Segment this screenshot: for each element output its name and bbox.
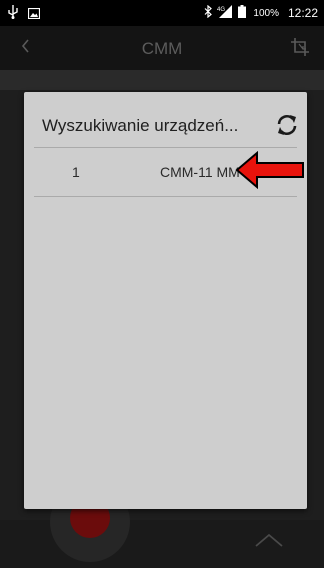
svg-text:4G: 4G xyxy=(217,7,225,13)
battery-icon xyxy=(238,5,247,21)
chevron-up-icon[interactable] xyxy=(254,532,284,553)
status-bar: 4G 100% 12:22 xyxy=(0,0,324,26)
background-strip xyxy=(0,70,324,90)
device-name: CMM-11 MM xyxy=(160,164,240,180)
app-screen: 4G 100% 12:22 CMM Wyszukiwanie urządzeń.… xyxy=(0,0,324,568)
page-title: CMM xyxy=(141,39,183,58)
device-search-dialog: Wyszukiwanie urządzeń... 1 CMM-11 MM xyxy=(24,92,307,509)
signal-icon: 4G xyxy=(217,5,233,21)
image-notification-icon xyxy=(27,6,41,24)
device-index: 1 xyxy=(72,164,80,180)
battery-percentage: 100% xyxy=(253,7,279,19)
red-arrow-annotation-icon xyxy=(235,150,305,194)
usb-icon xyxy=(8,5,18,24)
dialog-title: Wyszukiwanie urządzeń... xyxy=(42,116,239,135)
clock: 12:22 xyxy=(287,6,318,20)
refresh-icon[interactable] xyxy=(274,112,300,143)
bluetooth-icon xyxy=(204,4,213,21)
crop-icon[interactable] xyxy=(290,37,310,62)
app-bar: CMM xyxy=(0,26,324,70)
